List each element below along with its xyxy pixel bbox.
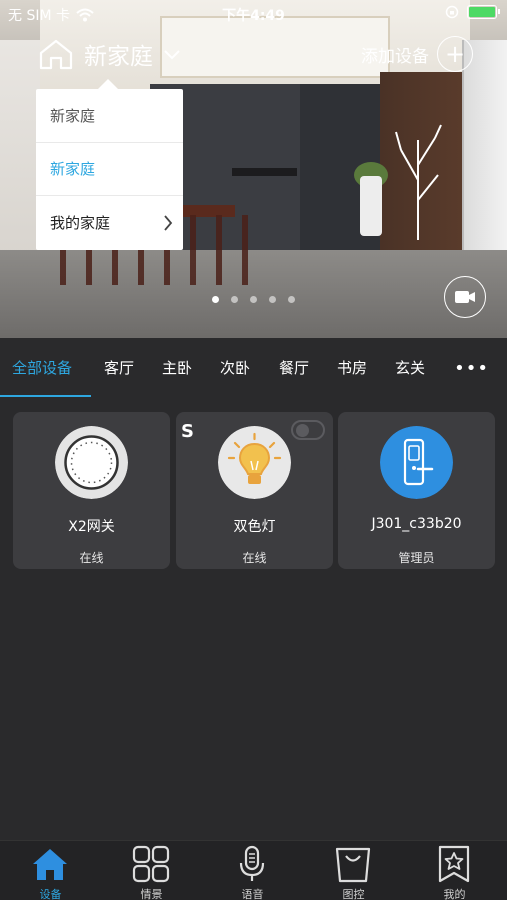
device-card-gateway[interactable]: X2网关 在线 (13, 412, 170, 569)
home-icon (33, 849, 67, 880)
device-card-light[interactable]: S 双色灯 在线 (176, 412, 333, 569)
device-name: X2网关 (68, 519, 115, 535)
tab-study[interactable]: 书房 (337, 357, 367, 378)
device-name: 双色灯 (233, 519, 276, 535)
tab-all-devices[interactable]: 全部设备 (12, 357, 72, 378)
nav-mine[interactable]: 我的 (404, 841, 505, 900)
tab-master-bedroom[interactable]: 主卧 (162, 357, 192, 378)
home-name: 新家庭 (84, 44, 153, 70)
chevron-down-icon (164, 50, 180, 60)
device-status: 在线 (79, 551, 104, 565)
grid-icon (132, 845, 170, 883)
dropdown-item-selected[interactable]: 新家庭 (36, 143, 183, 196)
home-selector-button[interactable]: 新家庭 (38, 37, 181, 71)
add-device-button[interactable]: 添加设备 + (361, 36, 473, 72)
device-status: 管理员 (398, 551, 435, 565)
device-card-door-lock[interactable]: J301_c33b20 管理员 (338, 412, 495, 569)
page-dot[interactable] (212, 296, 219, 303)
banner-page-indicator (0, 296, 507, 303)
dropdown-item[interactable]: 新家庭 (36, 89, 183, 143)
light-bulb-icon (218, 426, 291, 499)
plus-icon: + (437, 36, 473, 72)
light-toggle[interactable] (291, 420, 325, 440)
banner-plant (360, 176, 382, 236)
active-tab-indicator (0, 395, 91, 397)
nav-devices[interactable]: 设备 (0, 841, 101, 900)
tab-living-room[interactable]: 客厅 (104, 357, 134, 378)
tab-entrance[interactable]: 玄关 (395, 357, 425, 378)
status-bar: 无 SIM 卡 下午4:49 (0, 0, 507, 28)
device-status: 在线 (242, 551, 267, 565)
more-icon[interactable]: ••• (454, 358, 489, 379)
dropdown-item-my-home[interactable]: 我的家庭 (36, 196, 183, 250)
bottom-navigation: 设备 情景 语音 图控 我的 (0, 840, 507, 900)
banner-tree-decoration (395, 124, 442, 240)
clock: 下午4:49 (222, 8, 285, 24)
tab-second-bedroom[interactable]: 次卧 (220, 357, 250, 378)
page-dot[interactable] (231, 296, 238, 303)
bookmark-star-icon (438, 845, 470, 883)
door-lock-icon (380, 426, 453, 499)
camera-button[interactable] (444, 276, 486, 318)
nav-shop[interactable]: 图控 (303, 841, 404, 900)
gateway-icon (55, 426, 128, 499)
page-dot[interactable] (250, 296, 257, 303)
nav-scenes[interactable]: 情景 (101, 841, 202, 900)
page-dot[interactable] (288, 296, 295, 303)
page-dot[interactable] (269, 296, 276, 303)
add-device-label: 添加设备 (361, 46, 429, 67)
house-icon (39, 39, 73, 70)
device-name: J301_c33b20 (371, 516, 462, 532)
orientation-lock-icon (445, 5, 459, 19)
chevron-right-icon (164, 215, 173, 231)
battery-icon (467, 5, 500, 19)
video-camera-icon (455, 291, 475, 303)
room-tabs: 全部设备 客厅 主卧 次卧 餐厅 书房 玄关 ••• (0, 338, 507, 398)
microphone-icon (239, 845, 265, 881)
shopping-bag-icon (335, 847, 371, 883)
nav-voice[interactable]: 语音 (202, 841, 303, 900)
device-badge: S (181, 421, 194, 442)
home-dropdown-menu: 新家庭 新家庭 我的家庭 (36, 79, 183, 250)
tab-dining-room[interactable]: 餐厅 (279, 357, 309, 378)
